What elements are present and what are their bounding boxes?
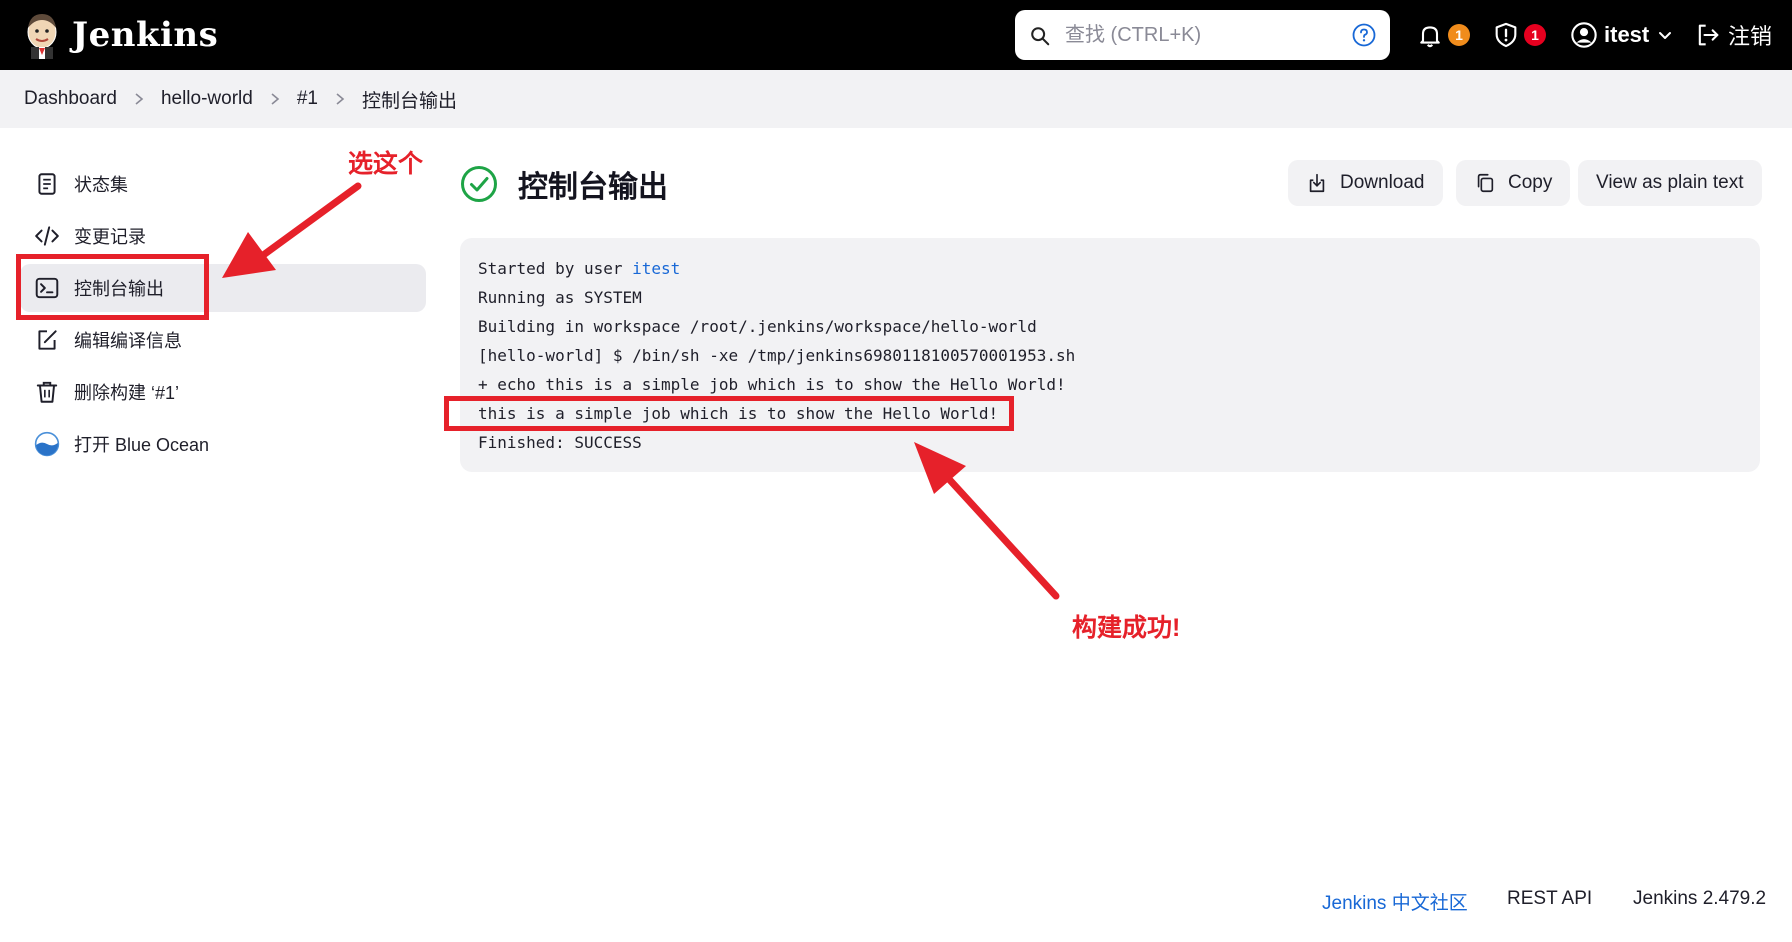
brand-home-link[interactable]: Jenkins [22, 10, 218, 60]
top-header: Jenkins 1 1 it [0, 0, 1792, 70]
console-output: Started by user itest Running as SYSTEM … [460, 238, 1760, 472]
user-icon [1571, 22, 1597, 48]
breadcrumb-dashboard[interactable]: Dashboard [24, 88, 117, 110]
download-label: Download [1340, 172, 1425, 193]
sidebar-item-label: 状态集 [74, 175, 128, 195]
help-icon[interactable] [1352, 23, 1376, 47]
logout-button[interactable]: 注销 [1694, 16, 1772, 54]
page-heading: 控制台输出 [460, 160, 668, 208]
shield-icon [1495, 22, 1517, 48]
user-menu-button[interactable]: itest [1570, 16, 1673, 54]
annotation-select-label: 选这个 [348, 150, 424, 178]
copy-button[interactable]: Copy [1456, 160, 1571, 206]
document-icon [38, 173, 56, 195]
search-icon [1031, 27, 1050, 46]
chevron-down-icon [1659, 32, 1672, 39]
notifications-badge: 1 [1448, 24, 1470, 46]
security-badge: 1 [1524, 24, 1546, 46]
bell-icon [1420, 26, 1440, 48]
download-icon [1309, 173, 1325, 193]
footer-community-link[interactable]: Jenkins 中文社区 [1322, 888, 1468, 915]
search-input[interactable] [1065, 20, 1325, 50]
sidebar-item-delete-build[interactable]: 删除构建 ‘#1’ [20, 368, 426, 416]
jenkins-logo-icon [27, 14, 57, 59]
annotation-success-label: 构建成功! [1072, 614, 1181, 642]
notifications-button[interactable]: 1 [1416, 16, 1470, 54]
footer-rest-api-link[interactable]: REST API [1507, 888, 1592, 910]
sidebar-item-label: 打开 Blue Ocean [74, 435, 210, 455]
copy-icon [1477, 173, 1494, 193]
view-plain-text-label: View as plain text [1596, 172, 1744, 193]
logout-label: 注销 [1728, 24, 1773, 49]
success-check-icon [461, 166, 497, 202]
security-button[interactable]: 1 [1492, 16, 1546, 54]
sidebar-item-edit-build-info[interactable]: 编辑编译信息 [20, 316, 426, 364]
console-line: Finished: SUCCESS [478, 433, 642, 452]
chevron-right-icon [336, 93, 345, 105]
console-line: Running as SYSTEM [478, 288, 642, 307]
sidebar-item-label: 编辑编译信息 [74, 331, 182, 351]
annotation-highlight-box [444, 396, 1014, 431]
brand-name: Jenkins [72, 15, 219, 55]
breadcrumb-build[interactable]: #1 [297, 88, 318, 110]
sidebar-item-label: 删除构建 ‘#1’ [74, 383, 180, 403]
chevron-right-icon [135, 93, 144, 105]
console-line: Started by user itest [478, 254, 1742, 283]
edit-icon [38, 330, 57, 350]
trash-icon [36, 381, 58, 403]
console-line: + echo this is a simple job which is to … [478, 375, 1066, 394]
console-user-link[interactable]: itest [632, 259, 680, 278]
copy-label: Copy [1508, 172, 1553, 193]
breadcrumb-job[interactable]: hello-world [161, 88, 253, 110]
sidebar-item-changes[interactable]: 变更记录 [20, 212, 426, 260]
code-icon [35, 226, 59, 246]
breadcrumb: Dashboard hello-world #1 控制台输出 [0, 70, 1792, 128]
blue-ocean-icon [34, 431, 60, 457]
chevron-right-icon [271, 93, 280, 105]
annotation-highlight-box [16, 254, 209, 320]
console-line: [hello-world] $ /bin/sh -xe /tmp/jenkins… [478, 346, 1076, 365]
console-text: Started by user [478, 259, 633, 278]
breadcrumb-current[interactable]: 控制台输出 [362, 86, 457, 113]
logout-icon [1698, 24, 1719, 46]
page-title: 控制台输出 [518, 171, 668, 204]
download-button[interactable]: Download [1288, 160, 1443, 206]
user-name: itest [1604, 22, 1650, 47]
view-plain-text-button[interactable]: View as plain text [1578, 160, 1762, 206]
search-box[interactable] [1015, 10, 1390, 60]
footer-version-link[interactable]: Jenkins 2.479.2 [1633, 888, 1766, 910]
console-line: Building in workspace /root/.jenkins/wor… [478, 317, 1037, 336]
sidebar-item-blue-ocean[interactable]: 打开 Blue Ocean [20, 420, 426, 468]
sidebar-item-label: 变更记录 [74, 227, 146, 247]
